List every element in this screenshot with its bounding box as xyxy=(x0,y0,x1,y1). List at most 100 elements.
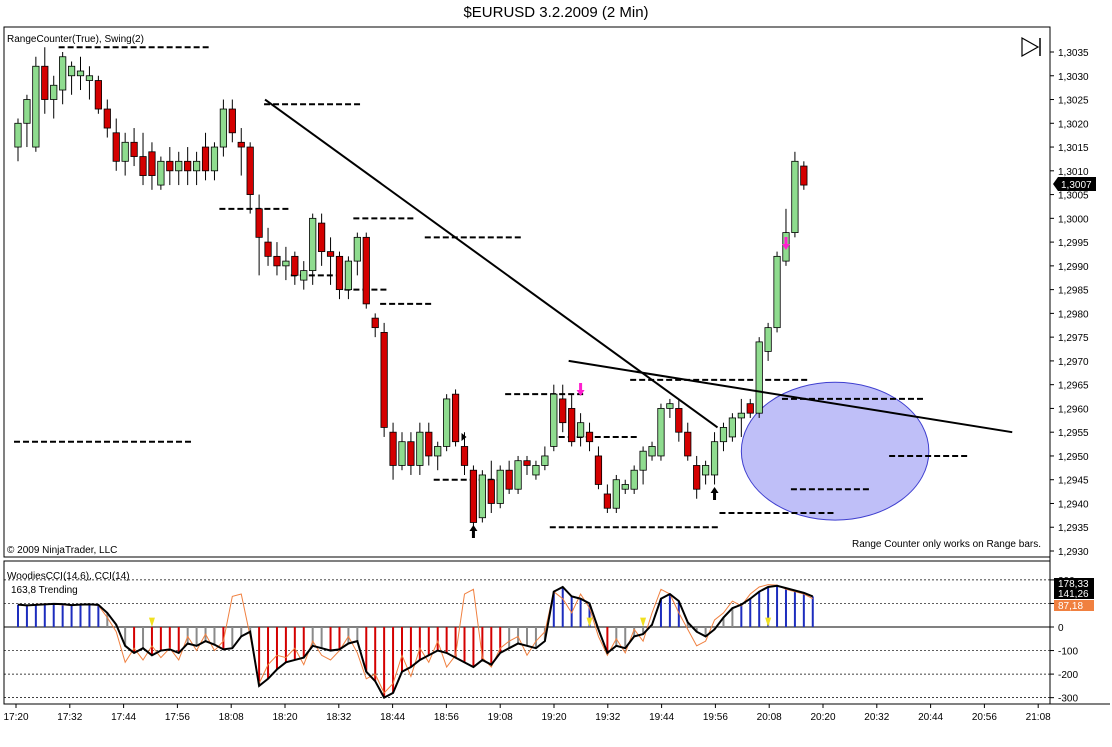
cci-readout-3: 87,18 xyxy=(1058,601,1083,612)
chart-canvas[interactable]: 1,2930 1,2935 1,2940 1,2945 1,2950 1,2955 1,29… xyxy=(0,0,1112,747)
candle-up xyxy=(416,431,424,466)
candle-down xyxy=(273,255,281,267)
candle-down xyxy=(148,151,156,176)
last-price-label: 1,3007 xyxy=(1061,180,1092,191)
candle-down xyxy=(559,398,567,424)
cci-tick-label: -300 xyxy=(1058,694,1078,705)
candle-down xyxy=(746,403,754,414)
candle-down xyxy=(371,317,379,329)
price-tick-label: 1,2940 xyxy=(1058,499,1089,510)
candle-down xyxy=(451,393,460,443)
candle-up xyxy=(67,65,76,77)
price-tick-label: 1,2930 xyxy=(1058,547,1089,558)
time-tick-label: 20:32 xyxy=(864,712,889,723)
price-tick-label: 1,3025 xyxy=(1058,96,1089,107)
price-tick-label: 1,3005 xyxy=(1058,191,1089,202)
buy-arrow-icon xyxy=(469,525,478,538)
candle-up xyxy=(175,160,183,172)
candle-up xyxy=(702,465,710,476)
candle-up xyxy=(32,65,40,148)
candle-down xyxy=(318,222,326,252)
price-tick-label: 1,2970 xyxy=(1058,357,1089,368)
cci-readout-2: 141,26 xyxy=(1058,589,1089,600)
price-tick-label: 1,2945 xyxy=(1058,476,1089,487)
cci-tick-label: 0 xyxy=(1058,623,1064,634)
cci-line xyxy=(17,584,814,699)
time-tick-label: 18:44 xyxy=(380,712,405,723)
candle-up xyxy=(157,160,165,186)
candle-down xyxy=(228,108,236,134)
candle-down xyxy=(103,108,111,129)
candle-up xyxy=(639,450,647,471)
candle-down xyxy=(130,141,138,157)
candle-down xyxy=(326,251,335,257)
candle-down xyxy=(184,160,192,172)
candle-up xyxy=(737,412,745,419)
candle-up xyxy=(210,146,219,172)
candle-down xyxy=(41,65,49,100)
candle-up xyxy=(755,341,763,414)
candle-up xyxy=(532,465,540,476)
time-tick-label: 18:20 xyxy=(272,712,297,723)
candle-up xyxy=(300,270,308,281)
time-tick-label: 18:56 xyxy=(434,712,459,723)
candle-down xyxy=(166,160,174,172)
candle-down xyxy=(237,141,245,148)
candle-down xyxy=(389,431,397,466)
price-tick-label: 1,2995 xyxy=(1058,238,1089,249)
candle-down xyxy=(246,146,254,195)
cci-signal-icon xyxy=(640,617,647,627)
price-tick-label: 1,2950 xyxy=(1058,452,1089,463)
price-tick-label: 1,2965 xyxy=(1058,381,1089,392)
cci-readouts: 178,33 141,26 87,18 xyxy=(1054,578,1094,612)
candle-up xyxy=(764,327,772,352)
copyright-text: © 2009 NinjaTrader, LLC xyxy=(7,545,117,556)
price-plot xyxy=(14,46,1013,538)
play-pause-icon[interactable] xyxy=(1021,36,1041,58)
candle-down xyxy=(291,255,299,276)
candle-down xyxy=(505,469,513,490)
candle-down xyxy=(425,431,433,457)
candle-down xyxy=(460,446,469,466)
candle-up xyxy=(630,469,638,490)
candle-up xyxy=(612,479,620,509)
candle-up xyxy=(50,84,58,100)
time-tick-label: 20:56 xyxy=(972,712,997,723)
time-tick-label: 17:44 xyxy=(111,712,136,723)
candle-up xyxy=(121,141,129,162)
candle-up xyxy=(550,393,558,447)
buy-arrow-icon xyxy=(710,487,719,500)
candle-down xyxy=(469,469,478,523)
last-price-marker: 1,3007 xyxy=(1053,177,1096,191)
candle-up xyxy=(541,455,549,466)
price-tick-label: 1,2960 xyxy=(1058,404,1089,415)
candle-down xyxy=(585,431,594,443)
range-counter-note: Range Counter only works on Range bars. xyxy=(852,539,1041,550)
cci-signal-icon xyxy=(586,617,593,627)
candle-down xyxy=(594,455,603,485)
time-tick-label: 18:32 xyxy=(326,712,351,723)
price-tick-label: 1,2990 xyxy=(1058,262,1089,273)
candle-down xyxy=(603,493,611,509)
candle-up xyxy=(514,460,522,490)
time-tick-label: 20:08 xyxy=(757,712,782,723)
candle-up xyxy=(648,446,656,457)
candle-up xyxy=(76,70,85,77)
time-tick-label: 19:56 xyxy=(703,712,728,723)
candle-down xyxy=(335,255,344,291)
candle-up xyxy=(14,122,22,148)
time-tick-label: 17:56 xyxy=(165,712,190,723)
price-tick-label: 1,3020 xyxy=(1058,119,1089,130)
candle-up xyxy=(657,408,665,457)
candle-down xyxy=(693,465,701,490)
candle-down xyxy=(675,408,683,433)
candle-down xyxy=(523,460,531,466)
cci-signal-icon xyxy=(148,617,155,627)
candle-up xyxy=(478,474,486,519)
candle-down xyxy=(487,479,495,504)
price-tick-label: 1,2985 xyxy=(1058,286,1089,297)
candle-up xyxy=(219,108,227,148)
cci-plot xyxy=(4,579,1050,699)
candle-up xyxy=(496,469,504,504)
price-tick-label: 1,3015 xyxy=(1058,143,1089,154)
